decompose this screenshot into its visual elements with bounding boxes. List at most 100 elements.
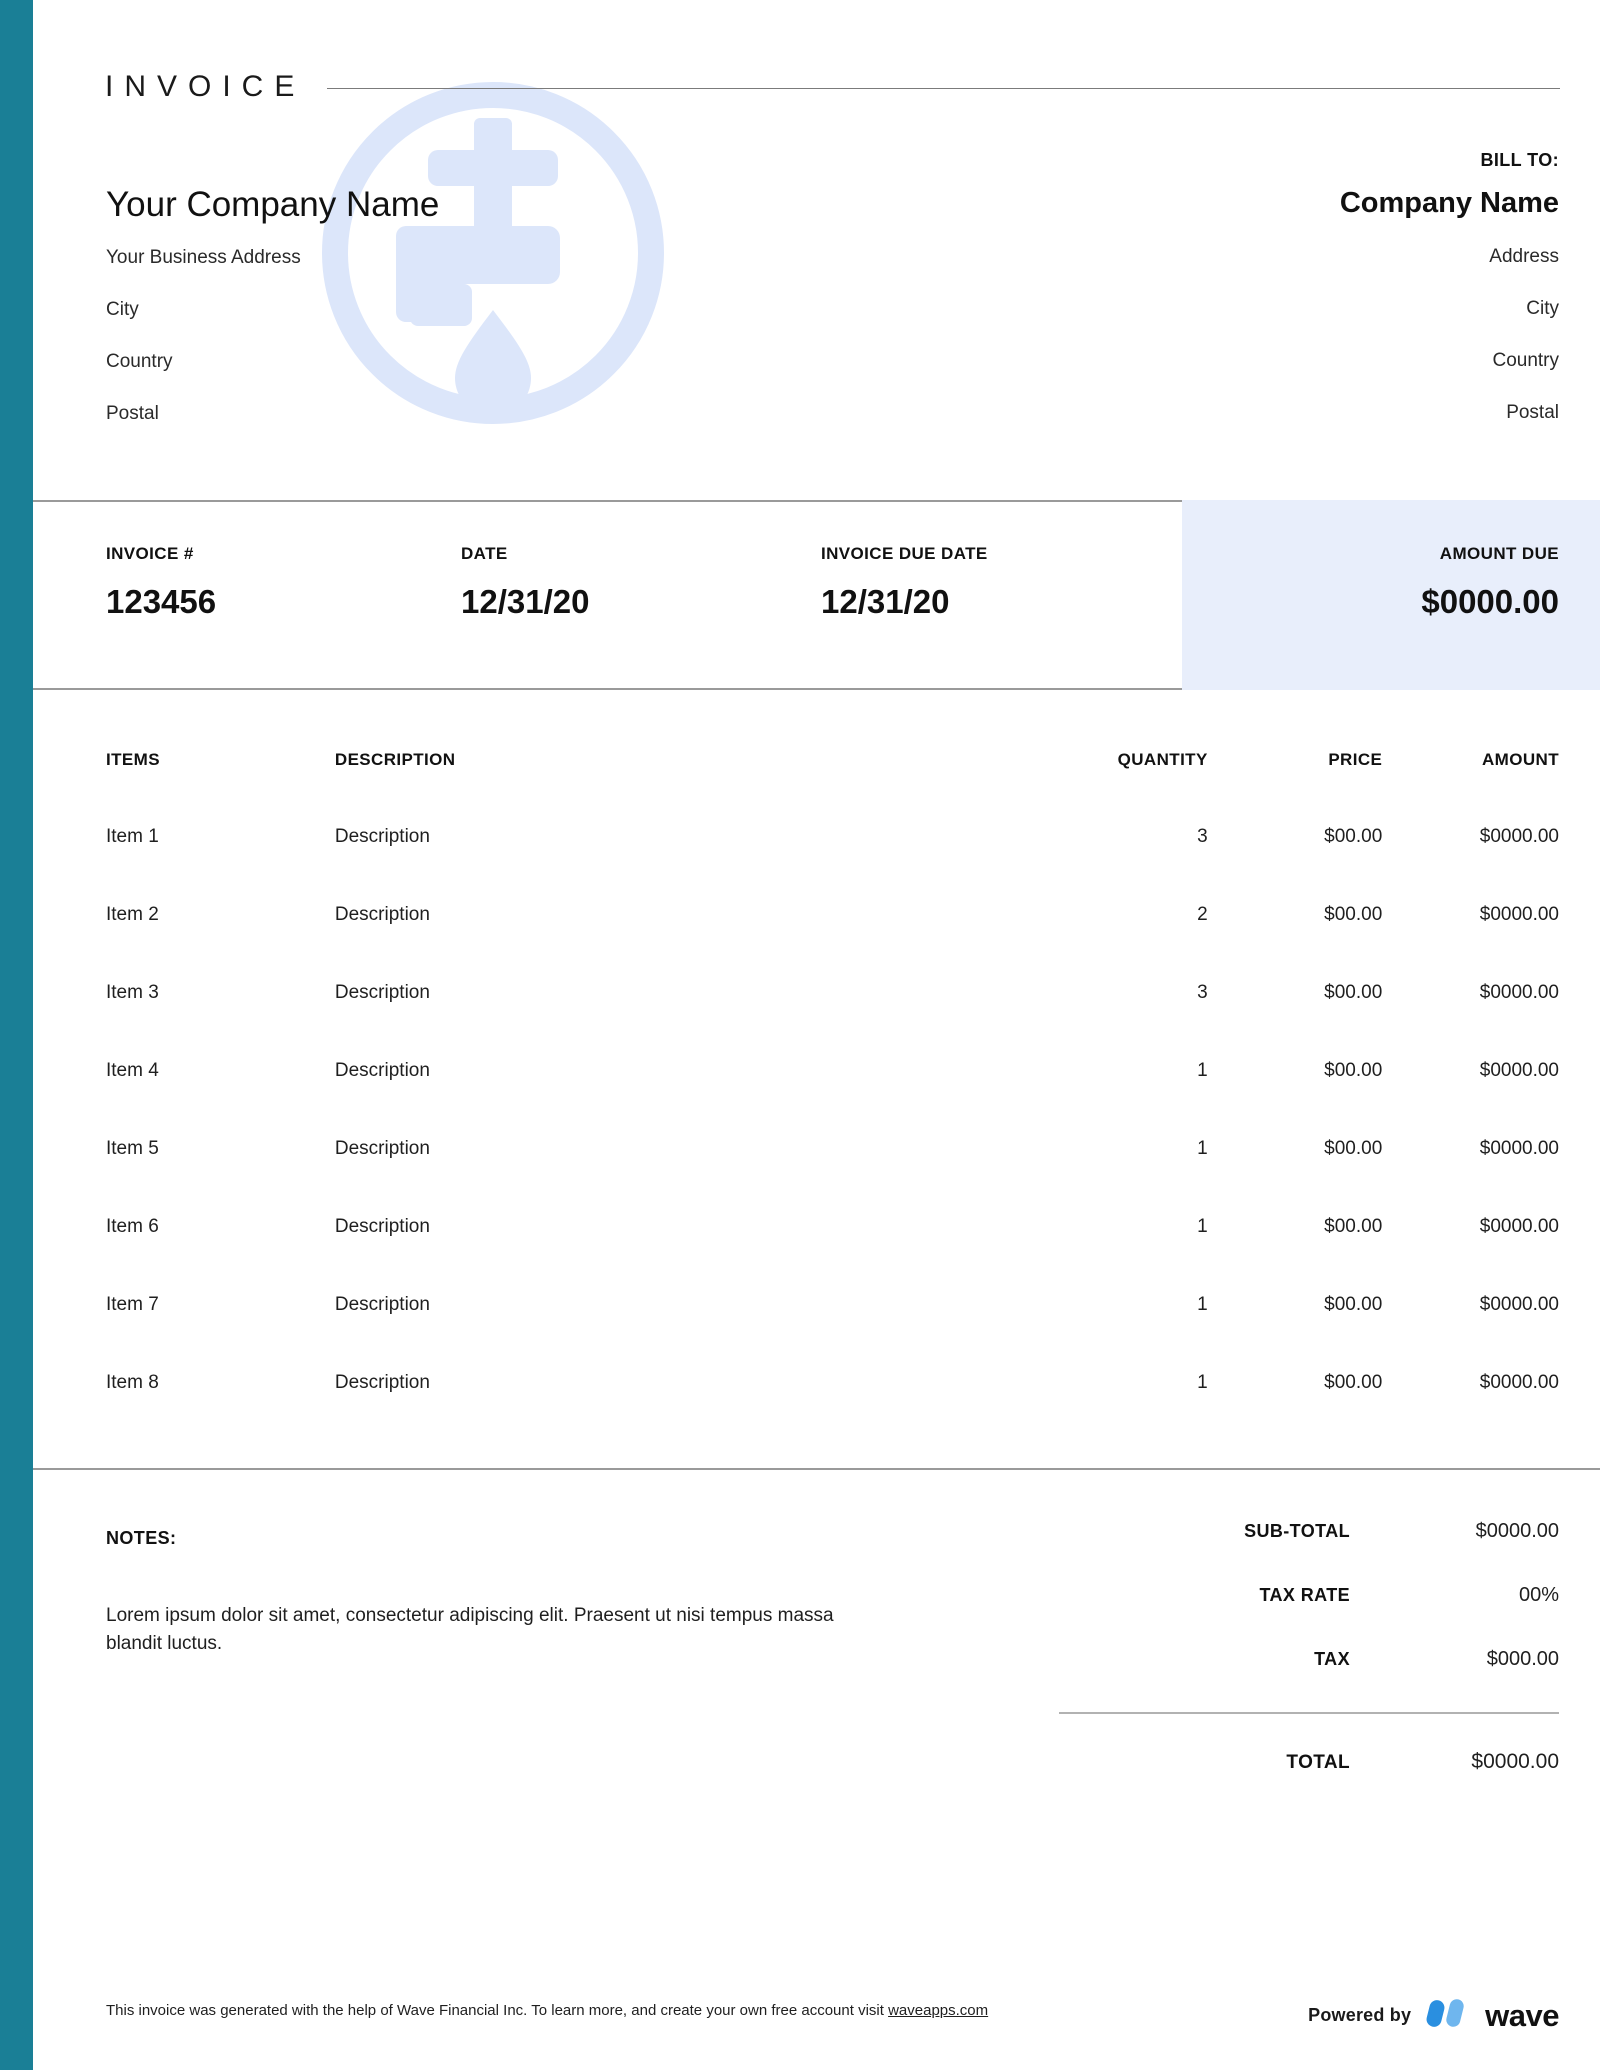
invoice-meta-bar: INVOICE # 123456 DATE 12/31/20 INVOICE D… xyxy=(33,500,1600,690)
tax-rate-label: TAX RATE xyxy=(1259,1585,1350,1605)
meta-date-label: DATE xyxy=(461,544,508,563)
sender-city: City xyxy=(106,298,139,320)
meta-due-date: INVOICE DUE DATE 12/31/20 xyxy=(821,544,988,618)
totals-block: SUB-TOTAL $0000.00 TAX RATE 00% TAX $000… xyxy=(1059,1520,1559,1815)
meta-due-date-value: 12/31/20 xyxy=(821,583,950,620)
bill-to-address-lines: Address City Country Postal xyxy=(1039,247,1559,422)
subtotal-value: $0000.00 xyxy=(1475,1520,1559,1542)
cell-price: $00.00 xyxy=(1324,1138,1383,1159)
bill-to-block: BILL TO: Company Name Address City Count… xyxy=(1039,150,1559,455)
sender-block: Your Company Name Your Business Address … xyxy=(106,185,726,456)
meta-due-date-label: INVOICE DUE DATE xyxy=(821,544,988,563)
tax-rate-value: 00% xyxy=(1518,1584,1559,1606)
bill-to-country: Country xyxy=(1492,349,1559,371)
tax-rate-row: TAX RATE 00% xyxy=(1059,1584,1559,1607)
cell-price: $00.00 xyxy=(1324,1294,1383,1315)
cell-amount: $0000.00 xyxy=(1479,1060,1559,1081)
cell-price: $00.00 xyxy=(1324,1372,1383,1393)
cell-item: Item 2 xyxy=(106,904,159,925)
items-bottom-divider xyxy=(33,1468,1600,1470)
cell-description: Description xyxy=(334,1138,430,1159)
powered-by-wave: Powered by wave xyxy=(1308,1996,1559,2035)
notes-label: NOTES: xyxy=(106,1528,177,1548)
column-header-amount: AMOUNT xyxy=(1482,750,1559,769)
table-row: Item 3 Description 3 $00.00 $0000.00 xyxy=(33,926,1600,1004)
bill-to-city: City xyxy=(1526,297,1559,319)
notes-body: Lorem ipsum dolor sit amet, consectetur … xyxy=(106,1605,834,1654)
meta-amount-due-value: $0000.00 xyxy=(1421,583,1559,620)
meta-amount-due: AMOUNT DUE $0000.00 xyxy=(1421,544,1559,618)
cell-amount: $0000.00 xyxy=(1479,826,1559,847)
bill-to-postal: Postal xyxy=(1506,401,1559,423)
footer-text: This invoice was generated with the help… xyxy=(106,2002,988,2019)
bill-to-address: Address xyxy=(1489,245,1559,267)
invoice-title-row: INVOICE xyxy=(105,70,1560,104)
line-items-table: ITEMS DESCRIPTION QUANTITY PRICE AMOUNT … xyxy=(33,690,1600,1394)
table-header-row: ITEMS DESCRIPTION QUANTITY PRICE AMOUNT xyxy=(33,690,1600,770)
total-label: TOTAL xyxy=(1286,1752,1350,1773)
meta-date-value: 12/31/20 xyxy=(461,583,590,620)
table-row: Item 8 Description 1 $00.00 $0000.00 xyxy=(33,1316,1600,1394)
powered-by-label: Powered by xyxy=(1308,2005,1412,2025)
footer-text-lead: This invoice was generated with the help… xyxy=(106,2002,889,2019)
total-value: $0000.00 xyxy=(1471,1750,1559,1773)
wave-brand-name: wave xyxy=(1485,1998,1559,2033)
bill-to-label: BILL TO: xyxy=(1480,150,1559,170)
table-row: Item 4 Description 1 $00.00 $0000.00 xyxy=(33,1004,1600,1082)
cell-item: Item 6 xyxy=(106,1216,159,1237)
meta-amount-due-label: AMOUNT DUE xyxy=(1439,544,1559,563)
cell-amount: $0000.00 xyxy=(1479,1294,1559,1315)
cell-quantity: 1 xyxy=(1197,1294,1208,1315)
cell-item: Item 1 xyxy=(106,826,159,847)
cell-quantity: 1 xyxy=(1197,1138,1208,1159)
title-divider xyxy=(327,88,1560,89)
cell-quantity: 1 xyxy=(1197,1216,1208,1237)
sender-company-name: Your Company Name xyxy=(106,185,440,224)
tax-row: TAX $000.00 xyxy=(1059,1648,1559,1671)
column-header-quantity: QUANTITY xyxy=(1117,750,1208,769)
cell-price: $00.00 xyxy=(1324,826,1383,847)
table-row: Item 2 Description 2 $00.00 $0000.00 xyxy=(33,848,1600,926)
column-header-price: PRICE xyxy=(1328,750,1383,769)
notes-block: NOTES: Lorem ipsum dolor sit amet, conse… xyxy=(106,1528,906,1657)
sender-address: Your Business Address xyxy=(106,246,301,268)
waveapps-link[interactable]: waveapps.com xyxy=(888,2002,988,2019)
cell-description: Description xyxy=(334,1060,430,1081)
cell-item: Item 5 xyxy=(106,1138,159,1159)
cell-quantity: 2 xyxy=(1197,904,1208,925)
sender-address-lines: Your Business Address City Country Posta… xyxy=(106,248,726,423)
invoice-footer: This invoice was generated with the help… xyxy=(33,1996,1600,2036)
cell-price: $00.00 xyxy=(1324,1060,1383,1081)
cell-quantity: 1 xyxy=(1197,1060,1208,1081)
table-row: Item 6 Description 1 $00.00 $0000.00 xyxy=(33,1160,1600,1238)
cell-quantity: 3 xyxy=(1197,982,1208,1003)
cell-amount: $0000.00 xyxy=(1479,904,1559,925)
cell-amount: $0000.00 xyxy=(1479,1216,1559,1237)
cell-item: Item 3 xyxy=(106,982,159,1003)
meta-invoice-number-label: INVOICE # xyxy=(106,544,194,563)
cell-amount: $0000.00 xyxy=(1479,1138,1559,1159)
subtotal-row: SUB-TOTAL $0000.00 xyxy=(1059,1520,1559,1543)
cell-amount: $0000.00 xyxy=(1479,1372,1559,1393)
sender-country: Country xyxy=(106,350,173,372)
cell-quantity: 3 xyxy=(1197,826,1208,847)
column-header-description: DESCRIPTION xyxy=(334,750,456,769)
meta-invoice-number-value: 123456 xyxy=(106,583,217,620)
cell-description: Description xyxy=(334,826,430,847)
table-row: Item 1 Description 3 $00.00 $0000.00 xyxy=(33,770,1600,848)
invoice-header: INVOICE Your Company Name Your Business … xyxy=(33,0,1600,500)
cell-item: Item 7 xyxy=(106,1294,159,1315)
cell-price: $00.00 xyxy=(1324,982,1383,1003)
cell-quantity: 1 xyxy=(1197,1372,1208,1393)
cell-item: Item 8 xyxy=(106,1372,159,1393)
invoice-page: INVOICE Your Company Name Your Business … xyxy=(0,0,1600,2070)
sender-postal: Postal xyxy=(106,402,159,424)
tax-label: TAX xyxy=(1314,1649,1350,1669)
page-title: INVOICE xyxy=(105,70,306,103)
cell-amount: $0000.00 xyxy=(1479,982,1559,1003)
bill-to-company-name: Company Name xyxy=(1339,187,1559,219)
cell-description: Description xyxy=(334,904,430,925)
wave-logo-icon xyxy=(1424,1996,1472,2035)
table-row: Item 5 Description 1 $00.00 $0000.00 xyxy=(33,1082,1600,1160)
cell-description: Description xyxy=(334,1372,430,1393)
